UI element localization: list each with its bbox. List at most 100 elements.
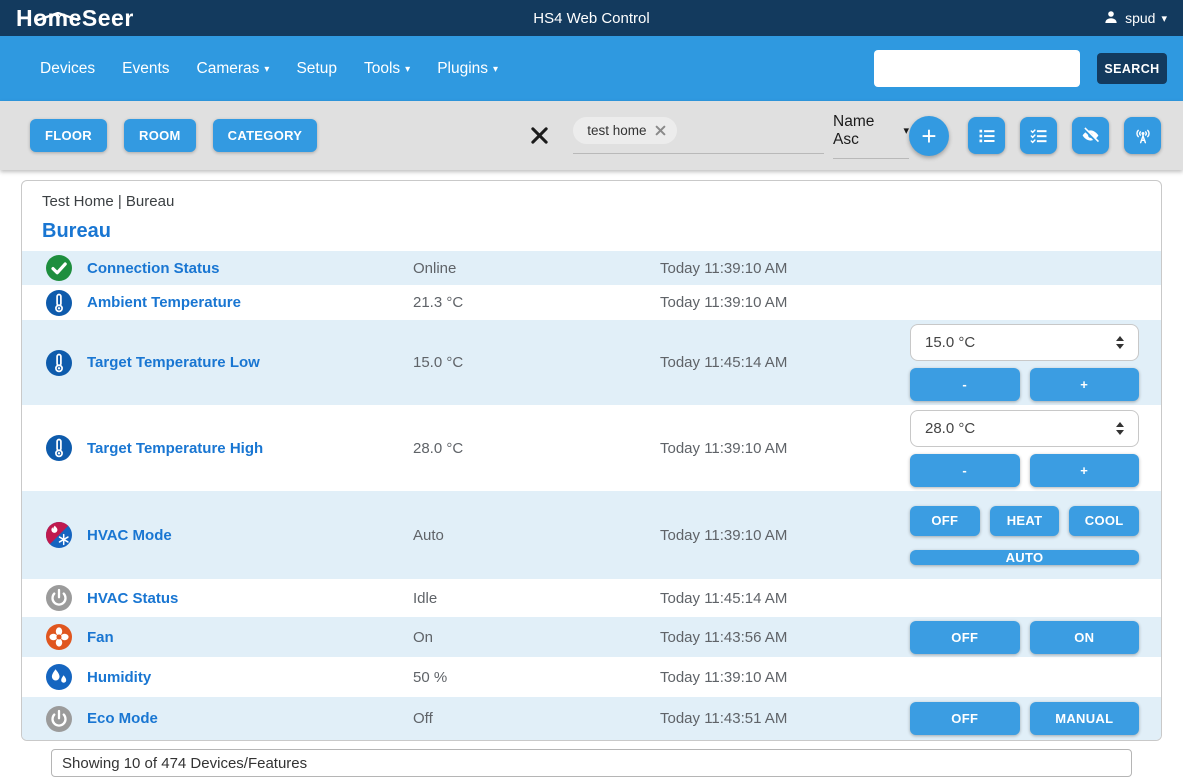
setpoint-value: 15.0 °C: [925, 334, 975, 351]
feature-link[interactable]: Target Temperature Low: [87, 354, 260, 371]
nav-item-cameras[interactable]: Cameras▾: [197, 60, 270, 78]
user-menu[interactable]: spud ▾: [1103, 9, 1167, 28]
eco-manual-button[interactable]: MANUAL: [1030, 702, 1140, 735]
row-target-temperature-high: Target Temperature High 28.0 °C Today 11…: [22, 405, 1161, 491]
hvac-cool-button[interactable]: COOL: [1069, 506, 1139, 536]
hide-devices-button[interactable]: [1072, 117, 1109, 154]
water-drops-icon: [45, 663, 73, 691]
filter-bar: FLOOR ROOM CATEGORY test home Name Asc ▾…: [0, 101, 1183, 170]
broadcast-tower-icon: [1133, 126, 1153, 146]
thermometer-icon: [45, 349, 73, 377]
sort-label: Name Asc: [833, 113, 897, 149]
feature-timestamp: Today 11:39:10 AM: [660, 294, 910, 311]
row-eco-mode: Eco Mode Off Today 11:43:51 AM OFF MANUA…: [22, 697, 1161, 740]
feature-value: Online: [413, 260, 660, 277]
feature-value: Auto: [413, 527, 660, 544]
select-arrows-icon: [1116, 336, 1124, 349]
page-title: HS4 Web Control: [0, 10, 1183, 27]
grouped-view-button[interactable]: [1020, 117, 1057, 154]
chevron-down-icon: ▾: [493, 64, 498, 75]
active-filters: test home: [573, 117, 824, 154]
flame-snowflake-icon: [45, 521, 73, 549]
feature-value: 28.0 °C: [413, 440, 660, 457]
select-arrows-icon: [1116, 422, 1124, 435]
status-bar: Showing 10 of 474 Devices/Features: [51, 749, 1132, 777]
feature-timestamp: Today 11:39:10 AM: [660, 440, 910, 457]
feature-timestamp: Today 11:45:14 AM: [660, 354, 910, 371]
increment-button[interactable]: +: [1030, 454, 1140, 487]
fan-icon: [45, 623, 73, 651]
chevron-down-icon: ▾: [405, 64, 410, 75]
thermometer-icon: [45, 434, 73, 462]
room-title: Bureau: [42, 217, 1141, 245]
username: spud: [1125, 10, 1155, 26]
power-icon: [45, 584, 73, 612]
nav-item-plugins[interactable]: Plugins▾: [437, 60, 498, 78]
feature-timestamp: Today 11:43:56 AM: [660, 629, 910, 646]
row-humidity: Humidity 50 % Today 11:39:10 AM: [22, 657, 1161, 697]
nav-item-setup[interactable]: Setup: [296, 60, 337, 78]
feature-value: 15.0 °C: [413, 354, 660, 371]
device-card: Test Home | Bureau Bureau Connection Sta…: [21, 180, 1162, 741]
feature-timestamp: Today 11:39:10 AM: [660, 527, 910, 544]
list-check-icon: [1029, 126, 1049, 146]
feature-timestamp: Today 11:43:51 AM: [660, 710, 910, 727]
search-input[interactable]: [874, 50, 1080, 87]
chevron-down-icon: ▾: [264, 64, 269, 75]
power-icon: [45, 705, 73, 733]
filter-chip-test-home[interactable]: test home: [573, 117, 676, 144]
sort-select[interactable]: Name Asc ▾: [833, 113, 909, 159]
feature-timestamp: Today 11:45:14 AM: [660, 590, 910, 607]
nav-item-events[interactable]: Events: [122, 60, 169, 78]
eco-off-button[interactable]: OFF: [910, 702, 1020, 735]
setpoint-value: 28.0 °C: [925, 420, 975, 437]
decrement-button[interactable]: -: [910, 454, 1020, 487]
feature-link[interactable]: Connection Status: [87, 260, 220, 277]
feature-link[interactable]: HVAC Status: [87, 590, 178, 607]
search-button[interactable]: SEARCH: [1097, 53, 1167, 84]
feature-link[interactable]: Eco Mode: [87, 710, 158, 727]
floor-filter-button[interactable]: FLOOR: [30, 119, 107, 152]
feature-value: On: [413, 629, 660, 646]
feature-link[interactable]: Fan: [87, 629, 114, 646]
add-device-button[interactable]: +: [909, 116, 949, 156]
user-icon: [1103, 9, 1119, 28]
chevron-down-icon: ▾: [1161, 12, 1167, 25]
row-target-temperature-low: Target Temperature Low 15.0 °C Today 11:…: [22, 320, 1161, 405]
feature-timestamp: Today 11:39:10 AM: [660, 260, 910, 277]
hvac-auto-button[interactable]: AUTO: [910, 550, 1139, 565]
room-filter-button[interactable]: ROOM: [124, 119, 196, 152]
thermometer-icon: [45, 289, 73, 317]
hvac-heat-button[interactable]: HEAT: [990, 506, 1060, 536]
feature-link[interactable]: HVAC Mode: [87, 527, 172, 544]
hvac-off-button[interactable]: OFF: [910, 506, 980, 536]
feature-link[interactable]: Humidity: [87, 669, 151, 686]
row-hvac-status: HVAC Status Idle Today 11:45:14 AM: [22, 579, 1161, 617]
nav-item-tools[interactable]: Tools▾: [364, 60, 410, 78]
row-connection-status: Connection Status Online Today 11:39:10 …: [22, 251, 1161, 285]
main-content: Test Home | Bureau Bureau Connection Sta…: [0, 170, 1183, 777]
nav-bar: Devices Events Cameras▾ Setup Tools▾ Plu…: [0, 36, 1183, 101]
feature-timestamp: Today 11:39:10 AM: [660, 669, 910, 686]
setpoint-select[interactable]: 15.0 °C: [910, 324, 1139, 361]
top-bar: HomeSeer HS4 Web Control spud ▾: [0, 0, 1183, 36]
breadcrumb: Test Home | Bureau: [42, 191, 1141, 213]
feature-link[interactable]: Target Temperature High: [87, 440, 263, 457]
check-circle-icon: [45, 254, 73, 282]
fan-on-button[interactable]: ON: [1030, 621, 1140, 654]
row-hvac-mode: HVAC Mode Auto Today 11:39:10 AM OFF HEA…: [22, 491, 1161, 579]
list-icon: [977, 126, 997, 146]
nav-item-devices[interactable]: Devices: [40, 60, 95, 78]
chip-close-icon[interactable]: [655, 125, 666, 136]
row-fan: Fan On Today 11:43:56 AM OFF ON: [22, 617, 1161, 657]
category-filter-button[interactable]: CATEGORY: [213, 119, 318, 152]
clear-filters-icon[interactable]: [530, 126, 549, 145]
broadcast-button[interactable]: [1124, 117, 1161, 154]
feature-link[interactable]: Ambient Temperature: [87, 294, 241, 311]
fan-off-button[interactable]: OFF: [910, 621, 1020, 654]
list-view-button[interactable]: [968, 117, 1005, 154]
decrement-button[interactable]: -: [910, 368, 1020, 401]
increment-button[interactable]: +: [1030, 368, 1140, 401]
feature-value: 50 %: [413, 669, 660, 686]
setpoint-select[interactable]: 28.0 °C: [910, 410, 1139, 447]
